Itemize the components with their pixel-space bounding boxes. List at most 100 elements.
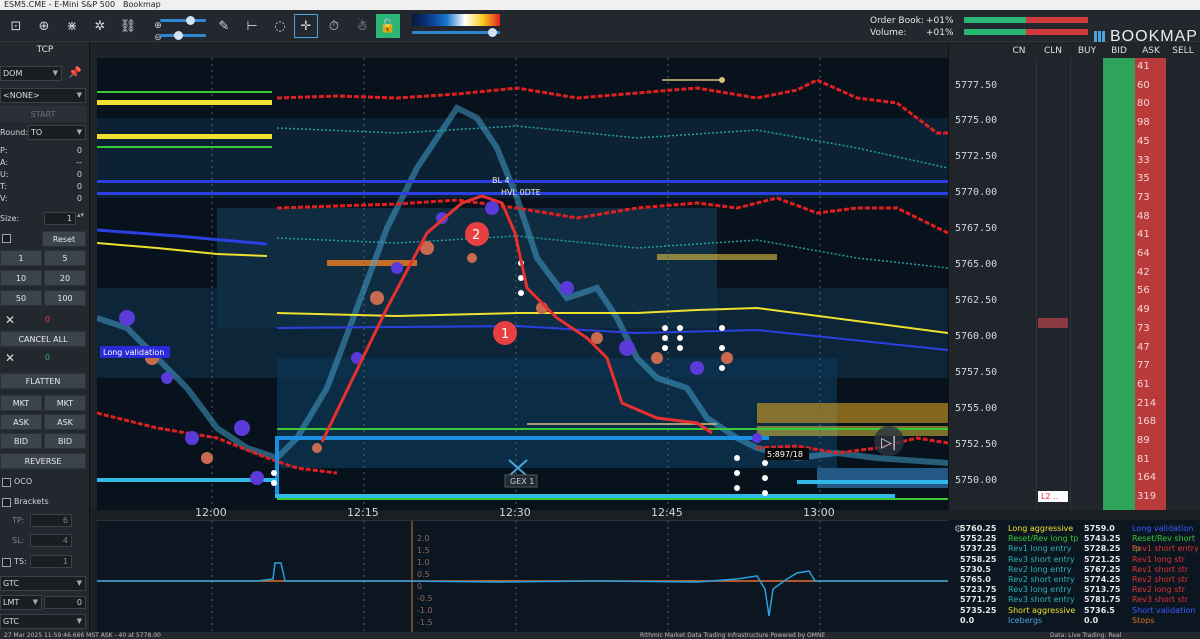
flatten-button[interactable]: FLATTEN — [0, 373, 86, 389]
legend-row: 5765.0 Rev2 short entry 5774.25 Rev2 short … — [948, 575, 1200, 585]
sell-bid-button[interactable]: BID — [44, 433, 86, 449]
price-axis[interactable]: 5777.50 5775.00 5772.50 5770.00 5767.50 … — [948, 42, 1000, 510]
indicator-pane[interactable]: 2.0 1.5 1.0 0.5 0 -0.5 -1.0 -1.5 — [97, 520, 948, 633]
buy-bid-button[interactable]: BID — [0, 433, 42, 449]
settings-icon[interactable]: ✲ — [88, 14, 112, 38]
reverse-button[interactable]: REVERSE — [0, 453, 86, 469]
oco-checkbox[interactable] — [2, 478, 11, 487]
ask-size-cell[interactable]: 41 — [1137, 229, 1165, 240]
layout-icon[interactable]: ⊡ — [4, 14, 28, 38]
network-icon[interactable]: ⋇ — [60, 14, 84, 38]
dom-header-cn[interactable]: CN — [1006, 46, 1032, 56]
tif-select[interactable]: GTC ▼ — [0, 576, 86, 591]
dom-header-ask[interactable]: ASK — [1136, 46, 1166, 56]
order-book-buy-bar — [964, 17, 1026, 23]
position-x-icon[interactable]: ✕ — [5, 351, 15, 365]
legend-price: 5721.25 — [1084, 554, 1121, 564]
link-icon[interactable]: ⛓ — [116, 14, 140, 38]
stopwatch-icon[interactable]: ⏱ — [322, 14, 346, 38]
strategy-select[interactable]: <NONE> ▼ — [0, 88, 86, 103]
ask-size-cell[interactable]: 42 — [1137, 267, 1165, 278]
ask-size-cell[interactable]: 214 — [1137, 398, 1165, 409]
chat-icon[interactable]: ◌ — [268, 14, 292, 38]
dom-ladder[interactable]: CN CLN BUY BID ASK SELL L2 .. — [1000, 42, 1200, 510]
cancel-x-icon[interactable]: ✕ — [5, 313, 15, 327]
size-stepper[interactable]: ▴▾ — [77, 211, 84, 219]
ask-size-cell[interactable]: 45 — [1137, 136, 1165, 147]
ask-size-cell[interactable]: 33 — [1137, 155, 1165, 166]
tif2-select[interactable]: GTC ▼ — [0, 614, 86, 629]
ask-size-cell[interactable]: 49 — [1137, 304, 1165, 315]
buy-mkt-button[interactable]: MKT — [0, 395, 42, 411]
round-select[interactable]: TO ▼ — [28, 125, 86, 140]
contrast-slider[interactable] — [160, 31, 206, 40]
dom-header-buy[interactable]: BUY — [1072, 46, 1102, 56]
heatmap-slider[interactable] — [412, 28, 500, 37]
ask-size-cell[interactable]: 47 — [1137, 342, 1165, 353]
lock-icon[interactable]: 🔓 — [376, 14, 400, 38]
size-input[interactable]: 1 — [44, 212, 76, 225]
ask-size-cell[interactable]: 80 — [1137, 98, 1165, 109]
volume-bubble — [119, 310, 135, 326]
ask-size-cell[interactable]: 81 — [1137, 454, 1165, 465]
qty-20-button[interactable]: 20 — [44, 270, 86, 286]
ask-size-cell[interactable]: 98 — [1137, 117, 1165, 128]
sell-mkt-button[interactable]: MKT — [44, 395, 86, 411]
sell-ask-button[interactable]: ASK — [44, 414, 86, 430]
indicator-axis-label: -1.0 — [417, 606, 433, 615]
zoom-slider[interactable] — [160, 16, 206, 25]
cursor-icon[interactable]: ✛ — [294, 14, 318, 38]
ask-size-cell[interactable]: 60 — [1137, 80, 1165, 91]
size-checkbox[interactable] — [2, 234, 11, 243]
qty-10-button[interactable]: 10 — [0, 270, 42, 286]
ask-size-cell[interactable]: 73 — [1137, 192, 1165, 203]
qty-5-button[interactable]: 5 — [44, 250, 86, 266]
dom-header-sell[interactable]: SELL — [1168, 46, 1198, 56]
ask-size-cell[interactable]: 319 — [1137, 491, 1165, 502]
status-left: 27 Mar 2025 11:59:46.666 MST ASK - 40 at… — [4, 632, 161, 639]
order-type-select[interactable]: LMT ▼ — [0, 595, 42, 610]
heatmap-chart[interactable]: BL 4 HVL 0DTE GEX 1 2 1 Long validation … — [97, 58, 948, 510]
price-label: 5750.00 — [955, 475, 998, 486]
ask-size-cell[interactable]: 61 — [1137, 379, 1165, 390]
reset-button[interactable]: Reset — [42, 231, 86, 247]
ask-size-cell[interactable]: 73 — [1137, 323, 1165, 334]
ask-size-cell[interactable]: 77 — [1137, 360, 1165, 371]
account-select[interactable]: DOM ▼ — [0, 66, 62, 81]
ts-checkbox[interactable] — [2, 558, 11, 567]
dom-bid-column[interactable] — [1103, 58, 1135, 510]
ts-input[interactable]: 1 — [30, 555, 72, 568]
cancel-all-button[interactable]: CANCEL ALL — [0, 331, 86, 347]
buy-ask-button[interactable]: ASK — [0, 414, 42, 430]
trader-icon[interactable]: ☃ — [350, 14, 374, 38]
start-button[interactable]: START — [0, 106, 86, 122]
pin-icon[interactable]: 📌 — [68, 66, 82, 79]
qty-50-button[interactable]: 50 — [0, 290, 42, 306]
ask-size-cell[interactable]: 89 — [1137, 435, 1165, 446]
indicator-svg: 2.0 1.5 1.0 0.5 0 -0.5 -1.0 -1.5 — [97, 521, 948, 633]
pencil-icon[interactable]: ✎ — [212, 14, 236, 38]
tp-input[interactable]: 6 — [30, 514, 72, 527]
stat-u-value: 0 — [76, 170, 82, 179]
dom-header-bid[interactable]: BID — [1104, 46, 1134, 56]
sl-input[interactable]: 4 — [30, 534, 72, 547]
legend-label: Short validation — [1132, 605, 1196, 615]
ask-size-cell[interactable]: 168 — [1137, 416, 1165, 427]
legend-price: 5728.25 — [1084, 544, 1121, 554]
ask-size-cell[interactable]: 164 — [1137, 472, 1165, 483]
liquidity-band — [757, 403, 948, 423]
qty-1-button[interactable]: 1 — [0, 250, 42, 266]
ask-size-cell[interactable]: 64 — [1137, 248, 1165, 259]
ask-size-cell[interactable]: 48 — [1137, 211, 1165, 222]
ruler-icon[interactable]: ⊢ — [240, 14, 264, 38]
stat-a-value: -- — [76, 158, 82, 167]
ask-size-cell[interactable]: 41 — [1137, 61, 1165, 72]
crosshair-icon[interactable]: ⊕ — [32, 14, 56, 38]
order-qty-input[interactable]: 0 — [44, 596, 86, 609]
qty-100-button[interactable]: 100 — [44, 290, 86, 306]
ask-size-cell[interactable]: 56 — [1137, 285, 1165, 296]
ask-size-cell[interactable]: 35 — [1137, 173, 1165, 184]
absorption-dot — [271, 470, 277, 476]
dom-header-cln[interactable]: CLN — [1038, 46, 1068, 56]
brackets-checkbox[interactable] — [2, 498, 11, 507]
